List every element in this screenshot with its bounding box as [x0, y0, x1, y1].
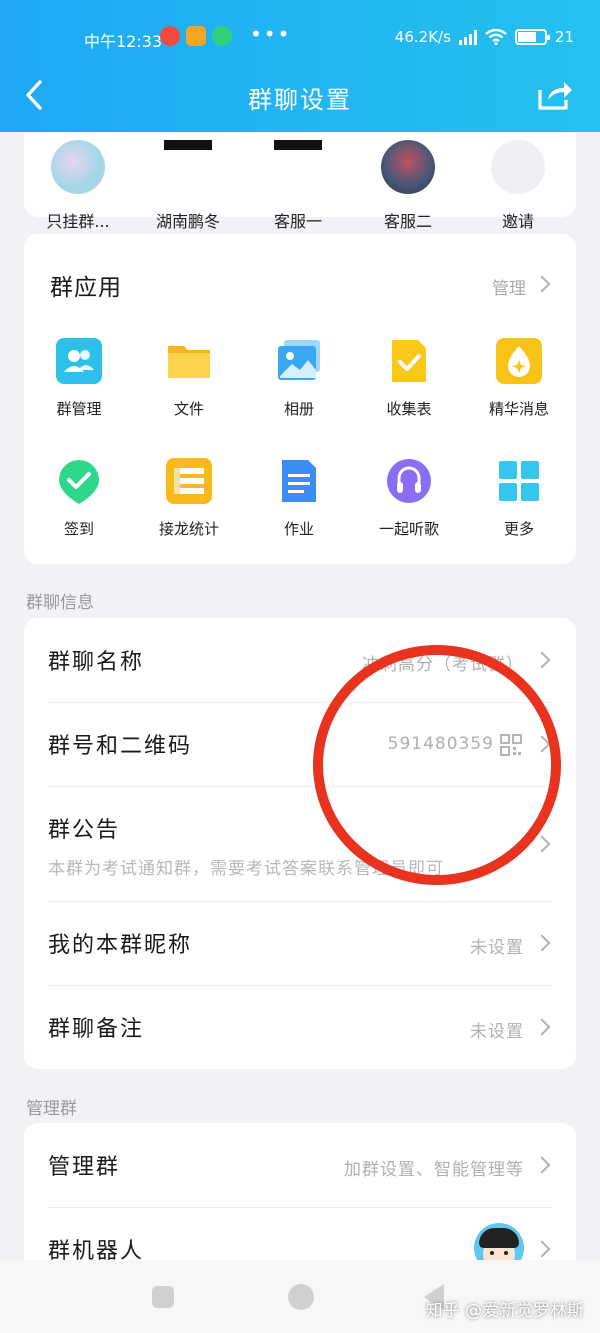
status-time: 中午12:33 — [84, 32, 163, 51]
app-label: 相册 — [283, 400, 314, 418]
more-icon — [496, 458, 542, 504]
app-form[interactable]: 收集表 — [354, 338, 464, 419]
essence-icon — [496, 338, 542, 384]
app-relay[interactable]: 接龙统计 — [134, 458, 244, 539]
app-label: 群管理 — [56, 400, 102, 418]
battery-icon — [514, 29, 550, 45]
title-bar: 中午12:33 ••• 46.2K/s 21 群聊设置 — [0, 0, 600, 132]
app-more[interactable]: 更多 — [464, 458, 574, 539]
recents-button[interactable] — [152, 1286, 174, 1308]
member-item[interactable]: 湖南鹏冬 — [138, 140, 238, 232]
chevron-right-icon — [533, 1156, 551, 1174]
form-icon — [386, 338, 432, 384]
app-label: 作业 — [283, 520, 314, 538]
chevron-right-icon — [533, 651, 551, 669]
home-button[interactable] — [288, 1284, 314, 1310]
group-manage-icon — [56, 338, 102, 384]
group-remark-label: 群聊备注 — [48, 1017, 145, 1042]
chevron-right-icon — [533, 1018, 551, 1036]
my-nickname-label: 我的本群昵称 — [48, 933, 193, 958]
avatar — [164, 140, 212, 154]
app-label: 精华消息 — [488, 400, 549, 418]
app-group-manage[interactable]: 群管理 — [24, 338, 134, 419]
section-title-group-info: 群聊信息 — [26, 593, 94, 613]
signal-icon — [458, 29, 477, 45]
checkin-icon — [56, 458, 102, 504]
status-bar: 中午12:33 ••• 46.2K/s 21 — [0, 22, 600, 54]
member-item[interactable]: 客服一 — [248, 140, 348, 232]
app-album[interactable]: 相册 — [244, 338, 354, 419]
app-label: 一起听歌 — [378, 520, 439, 538]
battery-percent: 21 — [554, 28, 574, 46]
member-name: 客服一 — [273, 212, 322, 231]
app-label: 接龙统计 — [158, 520, 219, 538]
invite-label: 邀请 — [501, 212, 534, 231]
my-nickname-value: 未设置 — [470, 938, 524, 958]
homework-icon — [276, 458, 322, 504]
manage-group-row[interactable]: 管理群 加群设置、智能管理等 — [24, 1123, 576, 1207]
manage-group-value: 加群设置、智能管理等 — [344, 1160, 524, 1180]
group-remark-value: 未设置 — [470, 1022, 524, 1042]
apps-manage-link[interactable]: 管理 — [492, 274, 526, 299]
app-label: 签到 — [63, 520, 94, 538]
app-checkin[interactable]: 签到 — [24, 458, 134, 539]
network-speed: 46.2K/s — [394, 28, 451, 46]
app-label: 更多 — [503, 520, 534, 538]
app-label: 收集表 — [386, 400, 432, 418]
relay-icon — [166, 458, 212, 504]
play-app-icon — [212, 26, 232, 46]
manage-group-label: 管理群 — [48, 1155, 121, 1180]
my-nickname-row[interactable]: 我的本群昵称 未设置 — [24, 901, 576, 985]
navigation-bar: 知乎 @爱新觉罗林斯 — [0, 1260, 600, 1333]
watermark: 知乎 @爱新觉罗林斯 — [425, 1301, 584, 1321]
music-icon — [386, 458, 432, 504]
app-music[interactable]: 一起听歌 — [354, 458, 464, 539]
invite-button[interactable]: 邀请 — [468, 140, 568, 232]
member-item[interactable]: 客服二 — [358, 140, 458, 232]
avatar — [381, 140, 435, 194]
folder-icon — [166, 338, 212, 384]
group-apps-title: 群应用 — [50, 275, 122, 301]
netease-music-icon — [160, 26, 180, 46]
wifi-icon — [485, 29, 507, 45]
group-remark-row[interactable]: 群聊备注 未设置 — [24, 985, 576, 1069]
chevron-right-icon — [533, 275, 551, 293]
chevron-right-icon — [533, 835, 551, 853]
section-title-manage: 管理群 — [26, 1099, 77, 1119]
app-label: 文件 — [173, 400, 204, 418]
avatar — [274, 140, 322, 154]
group-number-label: 群号和二维码 — [48, 734, 193, 759]
chevron-right-icon — [533, 934, 551, 952]
chevron-right-icon — [533, 1240, 551, 1258]
add-icon — [491, 140, 545, 194]
app-essence[interactable]: 精华消息 — [464, 338, 574, 419]
member-name: 湖南鹏冬 — [155, 212, 220, 231]
group-notice-label: 群公告 — [48, 818, 121, 843]
member-name: 客服二 — [383, 212, 432, 231]
app-files[interactable]: 文件 — [134, 338, 244, 419]
page-title: 群聊设置 — [248, 86, 352, 114]
share-icon[interactable] — [536, 78, 574, 112]
album-icon — [276, 338, 322, 384]
annotation-circle — [313, 645, 561, 885]
notification-icons — [160, 26, 232, 46]
more-notifications-icon: ••• — [250, 22, 292, 46]
member-item[interactable]: 只挂群... — [28, 140, 128, 232]
member-name: 只挂群... — [46, 212, 110, 231]
app-homework[interactable]: 作业 — [244, 458, 354, 539]
group-name-label: 群聊名称 — [48, 650, 145, 675]
avatar — [51, 140, 105, 194]
lock-app-icon — [186, 26, 206, 46]
group-apps-card: 群应用 管理 群管理 文件 相册 收集表 精华消息 签到 接龙统计 作业 一起听… — [24, 234, 576, 564]
